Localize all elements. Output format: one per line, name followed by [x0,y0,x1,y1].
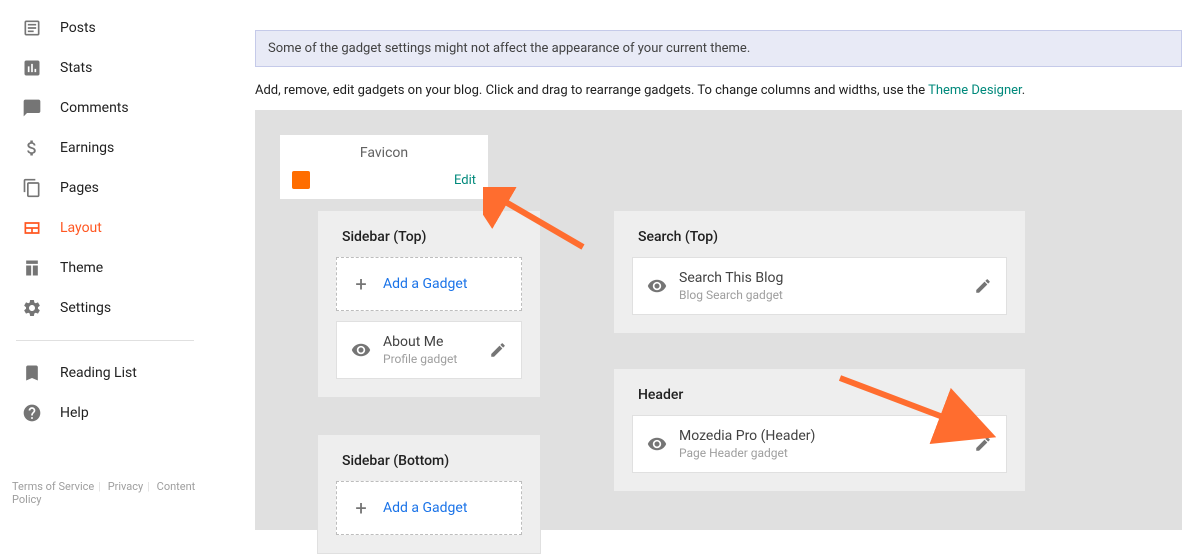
gadget-subtitle: Profile gadget [383,352,477,366]
sidebar: Posts Stats Comments Earnings Pages Layo… [0,0,210,516]
visibility-icon [351,340,371,360]
visibility-icon [647,276,667,296]
gadget-search-blog[interactable]: Search This Blog Blog Search gadget [632,257,1007,315]
section-title: Search (Top) [638,229,1007,245]
pencil-icon[interactable] [974,435,992,453]
nav-label: Comments [60,100,129,116]
theme-designer-link[interactable]: Theme Designer [928,83,1022,98]
theme-icon [20,256,44,280]
section-title: Sidebar (Top) [342,229,522,245]
gadget-about-me[interactable]: About Me Profile gadget [336,321,522,379]
plus-icon: + [351,496,371,520]
favicon-title: Favicon [280,135,488,165]
section-header: Header Mozedia Pro (Header) Page Header … [613,368,1026,492]
nav-posts[interactable]: Posts [0,8,210,48]
posts-icon [20,16,44,40]
nav-help[interactable]: Help [0,393,210,433]
nav-stats[interactable]: Stats [0,48,210,88]
favicon-card[interactable]: Favicon Edit [279,134,489,200]
bookmark-icon [20,361,44,385]
nav-label: Theme [60,260,103,276]
section-search-top: Search (Top) Search This Blog Blog Searc… [613,210,1026,334]
section-title: Sidebar (Bottom) [342,453,522,469]
nav-label: Posts [60,20,96,36]
add-gadget-button[interactable]: + Add a Gadget [336,481,522,535]
gadget-name: Search This Blog [679,270,962,286]
nav-reading-list[interactable]: Reading List [0,353,210,393]
nav-label: Layout [60,220,102,236]
layout-icon [20,216,44,240]
footer-links: Terms of Service| Privacy| Content Polic… [12,480,210,506]
earnings-icon [20,136,44,160]
add-gadget-label: Add a Gadget [383,500,467,516]
main-content: Some of the gadget settings might not af… [255,0,1182,516]
add-gadget-label: Add a Gadget [383,276,467,292]
footer-privacy[interactable]: Privacy [108,480,144,493]
description-text: Add, remove, edit gadgets on your blog. … [255,83,1182,98]
nav-label: Reading List [60,365,137,381]
pages-icon [20,176,44,200]
nav-label: Help [60,405,89,421]
layout-canvas: Favicon Edit Sidebar (Top) + Add a Gadge… [255,110,1182,530]
gadget-name: Mozedia Pro (Header) [679,428,962,444]
section-sidebar-bottom: Sidebar (Bottom) + Add a Gadget [317,434,541,554]
pencil-icon[interactable] [974,277,992,295]
nav-settings[interactable]: Settings [0,288,210,328]
gadget-subtitle: Blog Search gadget [679,288,962,302]
info-banner: Some of the gadget settings might not af… [255,30,1182,67]
nav-label: Stats [60,60,92,76]
nav-theme[interactable]: Theme [0,248,210,288]
nav-label: Earnings [60,140,114,156]
divider [16,340,194,341]
add-gadget-button[interactable]: + Add a Gadget [336,257,522,311]
section-title: Header [638,387,1007,403]
nav-comments[interactable]: Comments [0,88,210,128]
visibility-icon [647,434,667,454]
comments-icon [20,96,44,120]
nav-earnings[interactable]: Earnings [0,128,210,168]
help-icon [20,401,44,425]
stats-icon [20,56,44,80]
gadget-name: About Me [383,334,477,350]
favicon-edit-link[interactable]: Edit [454,173,476,188]
nav-pages[interactable]: Pages [0,168,210,208]
plus-icon: + [351,272,371,296]
footer-tos[interactable]: Terms of Service [12,480,94,493]
gadget-header[interactable]: Mozedia Pro (Header) Page Header gadget [632,415,1007,473]
pencil-icon[interactable] [489,341,507,359]
gear-icon [20,296,44,320]
nav-label: Pages [60,180,99,196]
gadget-subtitle: Page Header gadget [679,446,962,460]
blogger-icon [292,171,310,189]
nav-layout[interactable]: Layout [0,208,210,248]
section-sidebar-top: Sidebar (Top) + Add a Gadget About Me Pr… [317,210,541,398]
nav-label: Settings [60,300,111,316]
